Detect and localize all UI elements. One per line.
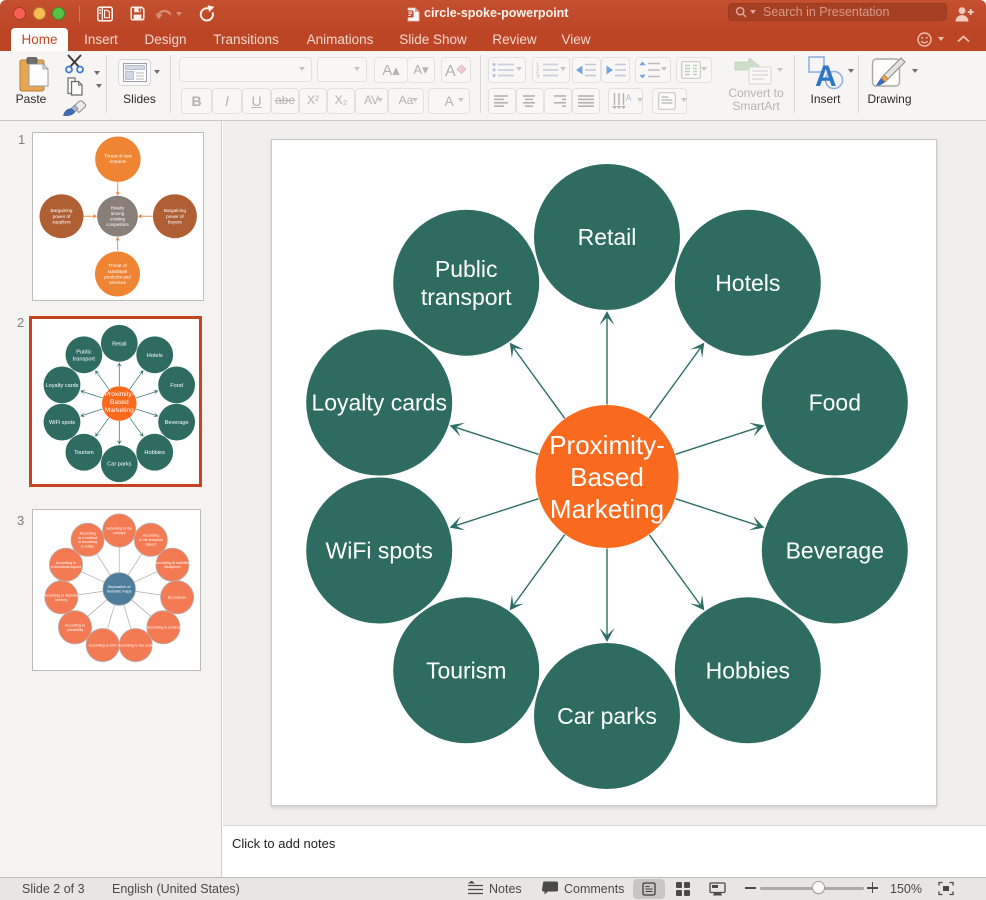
svg-text:power of: power of bbox=[53, 214, 71, 219]
svg-text:Car parks: Car parks bbox=[107, 462, 131, 468]
svg-text:concept: concept bbox=[113, 531, 126, 535]
svg-text:According to depicted: According to depicted bbox=[44, 593, 79, 597]
svg-text:According to content: According to content bbox=[147, 626, 180, 630]
svg-text:Retail: Retail bbox=[112, 341, 126, 347]
svg-text:Car parks: Car parks bbox=[557, 703, 657, 729]
svg-text:a reality: a reality bbox=[81, 545, 94, 549]
svg-text:Threat of: Threat of bbox=[108, 263, 127, 268]
svg-text:According: According bbox=[143, 534, 159, 538]
svg-text:Beverage: Beverage bbox=[786, 538, 884, 564]
svg-text:products and: products and bbox=[104, 274, 131, 279]
svg-text:to a method: to a method bbox=[78, 536, 97, 540]
svg-text:existing: existing bbox=[110, 216, 125, 221]
svg-text:According to the scale: According to the scale bbox=[118, 643, 153, 647]
svg-text:A: A bbox=[445, 63, 456, 79]
svg-text:Loyalty cards: Loyalty cards bbox=[311, 390, 447, 416]
svg-text:substitute: substitute bbox=[108, 269, 128, 274]
svg-text:aspect: aspect bbox=[146, 542, 157, 546]
svg-text:WiFi spots: WiFi spots bbox=[49, 420, 75, 426]
svg-text:services: services bbox=[109, 280, 127, 285]
svg-text:By purpose: By purpose bbox=[168, 596, 186, 600]
svg-text:buyers: buyers bbox=[168, 219, 182, 224]
svg-text:transport: transport bbox=[421, 284, 512, 310]
svg-text:Bargaining: Bargaining bbox=[51, 208, 73, 213]
svg-text:Hotels: Hotels bbox=[147, 353, 163, 359]
svg-text:Bargaining: Bargaining bbox=[164, 208, 186, 213]
svg-text:Tourism: Tourism bbox=[426, 657, 507, 683]
svg-text:Based: Based bbox=[570, 462, 644, 492]
svg-text:territory: territory bbox=[55, 598, 67, 602]
svg-text:According to: According to bbox=[56, 561, 76, 565]
svg-text:thematic maps: thematic maps bbox=[107, 590, 132, 594]
svg-text:power of: power of bbox=[166, 214, 184, 219]
svg-text:of recording: of recording bbox=[78, 540, 97, 544]
svg-text:Hobbies: Hobbies bbox=[706, 657, 790, 683]
svg-text:suppliers: suppliers bbox=[52, 219, 71, 224]
svg-text:transport: transport bbox=[73, 356, 96, 362]
svg-text:disciplines: disciplines bbox=[164, 565, 181, 569]
svg-text:3: 3 bbox=[536, 75, 540, 79]
svg-text:Hotels: Hotels bbox=[715, 270, 780, 296]
svg-text:Marketing: Marketing bbox=[105, 407, 134, 414]
svg-text:Food: Food bbox=[809, 390, 861, 416]
svg-text:a functional aspect: a functional aspect bbox=[51, 565, 81, 569]
svg-text:Hobbies: Hobbies bbox=[144, 450, 165, 456]
svg-text:According to scientific: According to scientific bbox=[155, 561, 190, 565]
svg-text:competitors: competitors bbox=[106, 222, 129, 227]
svg-text:Public: Public bbox=[76, 349, 91, 355]
svg-text:Loyalty cards: Loyalty cards bbox=[46, 383, 79, 389]
svg-text:A: A bbox=[626, 93, 632, 103]
svg-text:Food: Food bbox=[170, 383, 183, 389]
svg-text:WiFi spots: WiFi spots bbox=[326, 538, 433, 564]
svg-text:A: A bbox=[815, 60, 837, 90]
svg-text:Beverage: Beverage bbox=[165, 420, 189, 426]
svg-text:Rivalry: Rivalry bbox=[111, 206, 125, 211]
svg-text:According to: According to bbox=[65, 623, 85, 627]
svg-text:among: among bbox=[111, 211, 125, 216]
svg-text:According: According bbox=[80, 531, 96, 535]
svg-text:Separation of: Separation of bbox=[108, 585, 132, 589]
svg-text:Public: Public bbox=[435, 256, 498, 282]
svg-text:Tourism: Tourism bbox=[74, 450, 94, 456]
svg-text:Proximity-: Proximity- bbox=[549, 430, 665, 460]
svg-text:Based: Based bbox=[110, 399, 129, 406]
svg-text:Threat of new: Threat of new bbox=[104, 153, 133, 158]
svg-text:Proximity-: Proximity- bbox=[105, 391, 134, 398]
svg-text:plausibility: plausibility bbox=[67, 628, 84, 632]
svg-text:Marketing: Marketing bbox=[550, 494, 664, 524]
svg-text:According to form: According to form bbox=[89, 643, 117, 647]
svg-text:entrants: entrants bbox=[110, 159, 127, 164]
svg-text:According to the: According to the bbox=[106, 527, 132, 531]
svg-text:to the temporal: to the temporal bbox=[139, 538, 163, 542]
svg-text:Retail: Retail bbox=[578, 224, 637, 250]
